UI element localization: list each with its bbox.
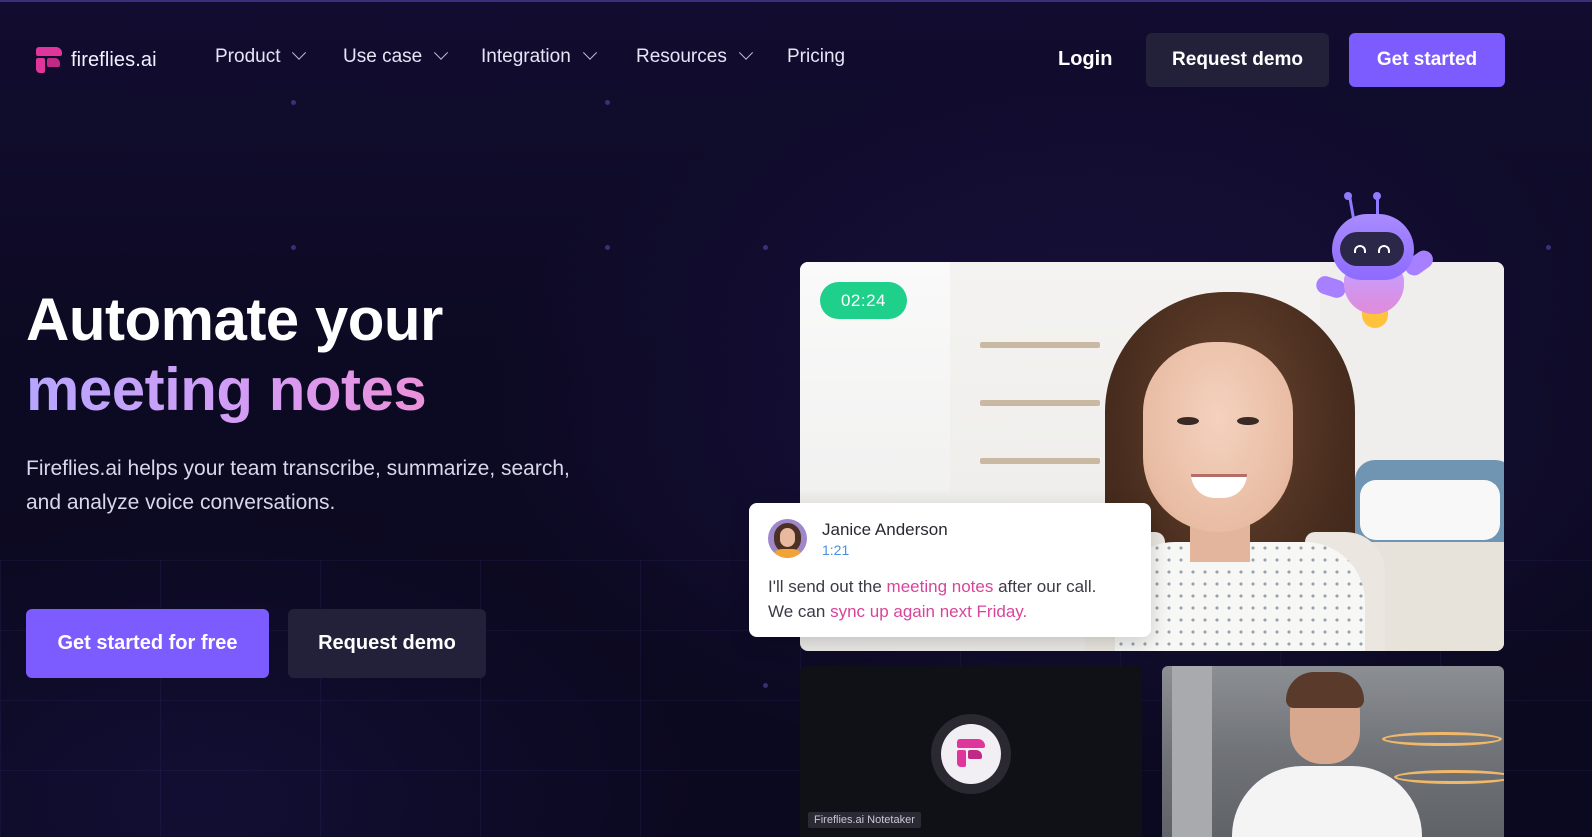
speaker-name: Janice Anderson [822, 520, 948, 539]
bg-dot [763, 683, 768, 688]
nav-item-label: Resources [636, 46, 727, 67]
participant-label: Fireflies.ai Notetaker [808, 812, 921, 828]
bg-dot [763, 245, 768, 250]
brand-name: fireflies.ai [71, 48, 157, 71]
highlight-keyword: meeting notes [886, 577, 994, 596]
wall-shelf [980, 400, 1100, 406]
chevron-down-icon [738, 45, 753, 60]
fireflies-logo-icon [36, 47, 62, 73]
chevron-down-icon [292, 45, 307, 60]
brand-logo[interactable]: fireflies.ai [36, 47, 157, 73]
bg-dot [291, 245, 296, 250]
hero-request-demo-button[interactable]: Request demo [288, 609, 486, 678]
hero-title-line2: meeting notes [26, 355, 443, 425]
nav-item-label: Product [215, 46, 281, 67]
nav-item-label: Integration [481, 46, 571, 67]
call-timer-badge: 02:24 [820, 282, 907, 319]
chevron-down-icon [434, 45, 449, 60]
highlight-keyword: sync up again next Friday. [830, 602, 1028, 621]
fireflies-robot-mascot-icon [1313, 190, 1438, 332]
nav-item-integration[interactable]: Integration [481, 45, 597, 68]
wall-shelf [980, 458, 1100, 464]
transcript-timestamp[interactable]: 1:21 [822, 542, 849, 558]
fireflies-logo-icon [957, 739, 985, 767]
hero-title-line1: Automate your [26, 286, 443, 353]
avatar [768, 519, 807, 558]
notetaker-tile: Fireflies.ai Notetaker [800, 666, 1142, 837]
hero-title: Automate your meeting notes [26, 285, 443, 425]
transcript-text: I'll send out the meeting notes after ou… [768, 577, 1097, 621]
get-started-free-button[interactable]: Get started for free [26, 609, 269, 678]
landing-page: fireflies.ai Product Use case Integratio… [0, 0, 1592, 837]
login-link[interactable]: Login [1058, 48, 1112, 71]
nav-item-resources[interactable]: Resources [636, 45, 753, 68]
hero-subtitle: Fireflies.ai helps your team transcribe,… [26, 457, 570, 514]
top-navigation: fireflies.ai Product Use case Integratio… [0, 0, 1592, 120]
bg-dot [605, 245, 610, 250]
transcript-card: Janice Anderson 1:21 I'll send out the m… [749, 503, 1151, 637]
nav-item-label: Pricing [787, 46, 846, 67]
bed-pillow [1360, 480, 1500, 540]
nav-item-product[interactable]: Product [215, 45, 307, 68]
nav-request-demo-button[interactable]: Request demo [1146, 33, 1329, 87]
nav-item-use-case[interactable]: Use case [343, 45, 449, 68]
nav-get-started-button[interactable]: Get started [1349, 33, 1505, 87]
participant-man-tile [1162, 666, 1504, 837]
chevron-down-icon [582, 45, 597, 60]
bg-dot [1546, 245, 1551, 250]
nav-item-label: Use case [343, 46, 423, 67]
wall-shelf [980, 342, 1100, 348]
nav-item-pricing[interactable]: Pricing [787, 46, 845, 68]
